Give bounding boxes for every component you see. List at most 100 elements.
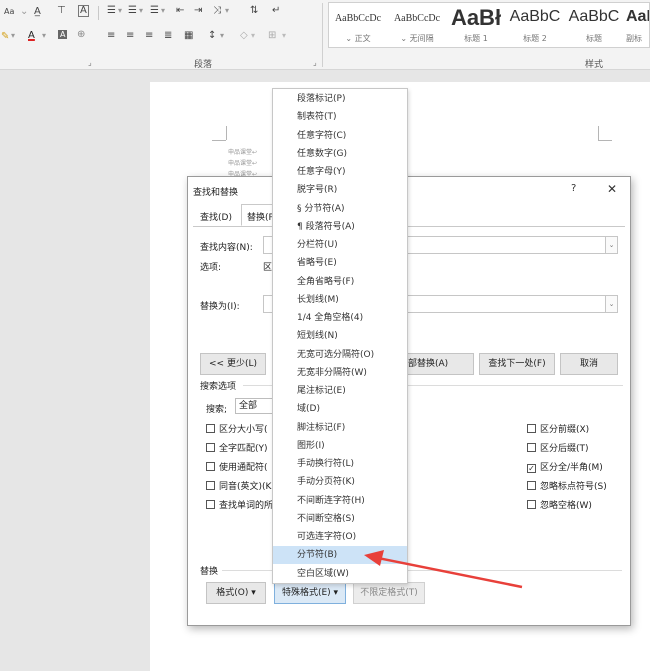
align-left-icon[interactable]: ≡ bbox=[107, 30, 115, 41]
style-subtitle[interactable]: AaI 副标 bbox=[624, 3, 649, 47]
less-button[interactable]: << 更少(L) bbox=[200, 353, 266, 375]
tab-replace[interactable]: 替换(P) bbox=[247, 210, 274, 223]
menu-item[interactable]: 无宽可选分隔符(O) bbox=[273, 346, 407, 364]
menu-item[interactable]: 任意数字(G) bbox=[273, 145, 407, 163]
sounds-like-checkbox[interactable]: 同音(英文)(K bbox=[206, 479, 271, 492]
borders-icon[interactable]: ⊞ bbox=[268, 30, 276, 41]
shading-icon[interactable]: ◇ bbox=[240, 30, 248, 41]
enclose-characters-icon[interactable]: ⊤ bbox=[57, 5, 66, 16]
replace-all-button[interactable]: 部替换(A) bbox=[404, 353, 474, 375]
enclosed-character-icon[interactable]: ⊕ bbox=[77, 29, 85, 40]
style-no-spacing[interactable]: AaBbCcDc ⌄ 无间隔 bbox=[388, 3, 446, 47]
find-what-label: 查找内容(N): bbox=[200, 243, 253, 253]
crop-mark bbox=[226, 126, 227, 140]
match-width-checkbox[interactable]: ✓ 区分全/半角(M) bbox=[527, 460, 603, 473]
style-normal[interactable]: AaBbCcDc ⌄ 正文 bbox=[329, 3, 387, 47]
menu-item[interactable]: 段落标记(P) bbox=[273, 90, 407, 108]
borders-dropdown-icon[interactable]: ▾ bbox=[282, 31, 286, 40]
menu-item[interactable]: 域(D) bbox=[273, 400, 407, 418]
menu-item[interactable]: 手动分页符(K) bbox=[273, 473, 407, 491]
numbering-dropdown-icon[interactable]: ▾ bbox=[139, 6, 143, 15]
match-prefix-checkbox[interactable]: 区分前缀(X) bbox=[527, 422, 589, 435]
chinese-layout-icon[interactable]: ⤨ bbox=[213, 5, 221, 16]
close-icon[interactable]: ✕ bbox=[607, 182, 617, 196]
menu-item[interactable]: 空白区域(W) bbox=[273, 565, 407, 583]
menu-item[interactable]: 制表符(T) bbox=[273, 108, 407, 126]
search-direction-select[interactable]: 全部 bbox=[235, 398, 275, 414]
character-border-button[interactable]: A bbox=[78, 5, 89, 17]
multilevel-dropdown-icon[interactable]: ▾ bbox=[161, 6, 165, 15]
menu-item[interactable]: 分栏符(U) bbox=[273, 236, 407, 254]
menu-item[interactable]: 不间断连字符(H) bbox=[273, 492, 407, 510]
menu-item[interactable]: 任意字母(Y) bbox=[273, 163, 407, 181]
checkbox-box bbox=[527, 424, 536, 433]
align-right-icon[interactable]: ≡ bbox=[145, 30, 153, 41]
bullets-dropdown-icon[interactable]: ▾ bbox=[118, 6, 122, 15]
menu-item[interactable]: 脱字号(R) bbox=[273, 181, 407, 199]
ignore-punctuation-checkbox[interactable]: 忽略标点符号(S) bbox=[527, 479, 607, 492]
bullets-icon[interactable]: ☰ bbox=[107, 5, 116, 16]
highlight-dropdown-icon[interactable]: ▾ bbox=[11, 31, 15, 40]
menu-item[interactable]: ¶ 段落符号(A) bbox=[273, 218, 407, 236]
menu-item[interactable]: 尾注标记(E) bbox=[273, 382, 407, 400]
distributed-icon[interactable]: ▦ bbox=[184, 30, 193, 41]
no-formatting-button[interactable]: 不限定格式(T) bbox=[353, 582, 425, 604]
change-case-dropdown-icon[interactable]: ⌄ bbox=[20, 6, 28, 17]
style-heading-2[interactable]: AaBbC 标题 2 bbox=[506, 3, 564, 47]
character-shading-icon[interactable]: A bbox=[58, 30, 68, 39]
menu-item[interactable]: 分节符(B) bbox=[273, 546, 407, 565]
multilevel-list-icon[interactable]: ☰ bbox=[150, 5, 159, 16]
ribbon-divider bbox=[98, 6, 99, 20]
menu-item[interactable]: 手动换行符(L) bbox=[273, 455, 407, 473]
wildcards-checkbox[interactable]: 使用通配符( bbox=[206, 460, 268, 473]
align-center-icon[interactable]: ≡ bbox=[126, 30, 134, 41]
decrease-indent-icon[interactable]: ⇤ bbox=[176, 5, 184, 16]
format-button[interactable]: 格式(O) ▾ bbox=[206, 582, 266, 604]
menu-item[interactable]: 任意字符(C) bbox=[273, 127, 407, 145]
menu-item[interactable]: 全角省略号(F) bbox=[273, 273, 407, 291]
sort-icon[interactable]: ⇅ bbox=[250, 5, 258, 16]
line-spacing-dropdown-icon[interactable]: ▾ bbox=[220, 31, 224, 40]
increase-indent-icon[interactable]: ⇥ bbox=[194, 5, 202, 16]
show-marks-icon[interactable]: ↵ bbox=[272, 5, 280, 16]
change-case-button[interactable]: Aa bbox=[4, 7, 14, 16]
whole-word-checkbox[interactable]: 全字匹配(Y) bbox=[206, 441, 268, 454]
menu-item[interactable]: 不间断空格(S) bbox=[273, 510, 407, 528]
special-button[interactable]: 特殊格式(E) ▾ bbox=[274, 582, 346, 604]
font-color-dropdown-icon[interactable]: ▾ bbox=[42, 31, 46, 40]
menu-item[interactable]: 长划线(M) bbox=[273, 291, 407, 309]
match-case-checkbox[interactable]: 区分大小写( bbox=[206, 422, 268, 435]
checkbox-box bbox=[206, 481, 215, 490]
menu-item[interactable]: 短划线(N) bbox=[273, 327, 407, 345]
chinese-layout-dropdown-icon[interactable]: ▾ bbox=[225, 6, 229, 15]
replace-with-label: 替换为(I): bbox=[200, 302, 240, 312]
ignore-whitespace-checkbox[interactable]: 忽略空格(W) bbox=[527, 498, 592, 511]
menu-item[interactable]: 1/4 全角空格(4) bbox=[273, 309, 407, 327]
find-next-button[interactable]: 查找下一处(F) bbox=[479, 353, 555, 375]
phonetic-guide-icon[interactable]: A̲ bbox=[34, 6, 41, 17]
menu-item[interactable]: 脚注标记(F) bbox=[273, 419, 407, 437]
menu-item[interactable]: 可选连字符(O) bbox=[273, 528, 407, 546]
font-color-button[interactable]: A bbox=[28, 30, 35, 41]
font-dialog-launcher-icon[interactable]: ⌟ bbox=[88, 58, 92, 67]
menu-item[interactable]: 图形(I) bbox=[273, 437, 407, 455]
help-icon[interactable]: ? bbox=[571, 183, 576, 194]
replace-history-dropdown-icon[interactable]: ⌄ bbox=[605, 295, 618, 313]
numbering-icon[interactable]: ☰ bbox=[128, 5, 137, 16]
match-suffix-checkbox[interactable]: 区分后缀(T) bbox=[527, 441, 589, 454]
all-word-forms-checkbox[interactable]: 查找单词的所 bbox=[206, 498, 273, 511]
style-heading-1[interactable]: AaBł 标题 1 bbox=[447, 3, 505, 47]
style-title[interactable]: AaBbC 标题 bbox=[565, 3, 623, 47]
checkbox-label: 忽略标点符号(S) bbox=[540, 482, 607, 492]
cancel-button[interactable]: 取消 bbox=[560, 353, 618, 375]
menu-item[interactable]: § 分节符(A) bbox=[273, 200, 407, 218]
menu-item[interactable]: 省略号(E) bbox=[273, 254, 407, 272]
paragraph-dialog-launcher-icon[interactable]: ⌟ bbox=[313, 58, 317, 67]
highlight-color-icon[interactable]: ✎ bbox=[1, 31, 9, 42]
menu-item[interactable]: 无宽非分隔符(W) bbox=[273, 364, 407, 382]
line-spacing-icon[interactable]: ↕ bbox=[208, 30, 216, 41]
shading-dropdown-icon[interactable]: ▾ bbox=[251, 31, 255, 40]
tab-find[interactable]: 查找(D) bbox=[200, 210, 232, 223]
justify-icon[interactable]: ≣ bbox=[164, 30, 172, 41]
find-history-dropdown-icon[interactable]: ⌄ bbox=[605, 236, 618, 254]
